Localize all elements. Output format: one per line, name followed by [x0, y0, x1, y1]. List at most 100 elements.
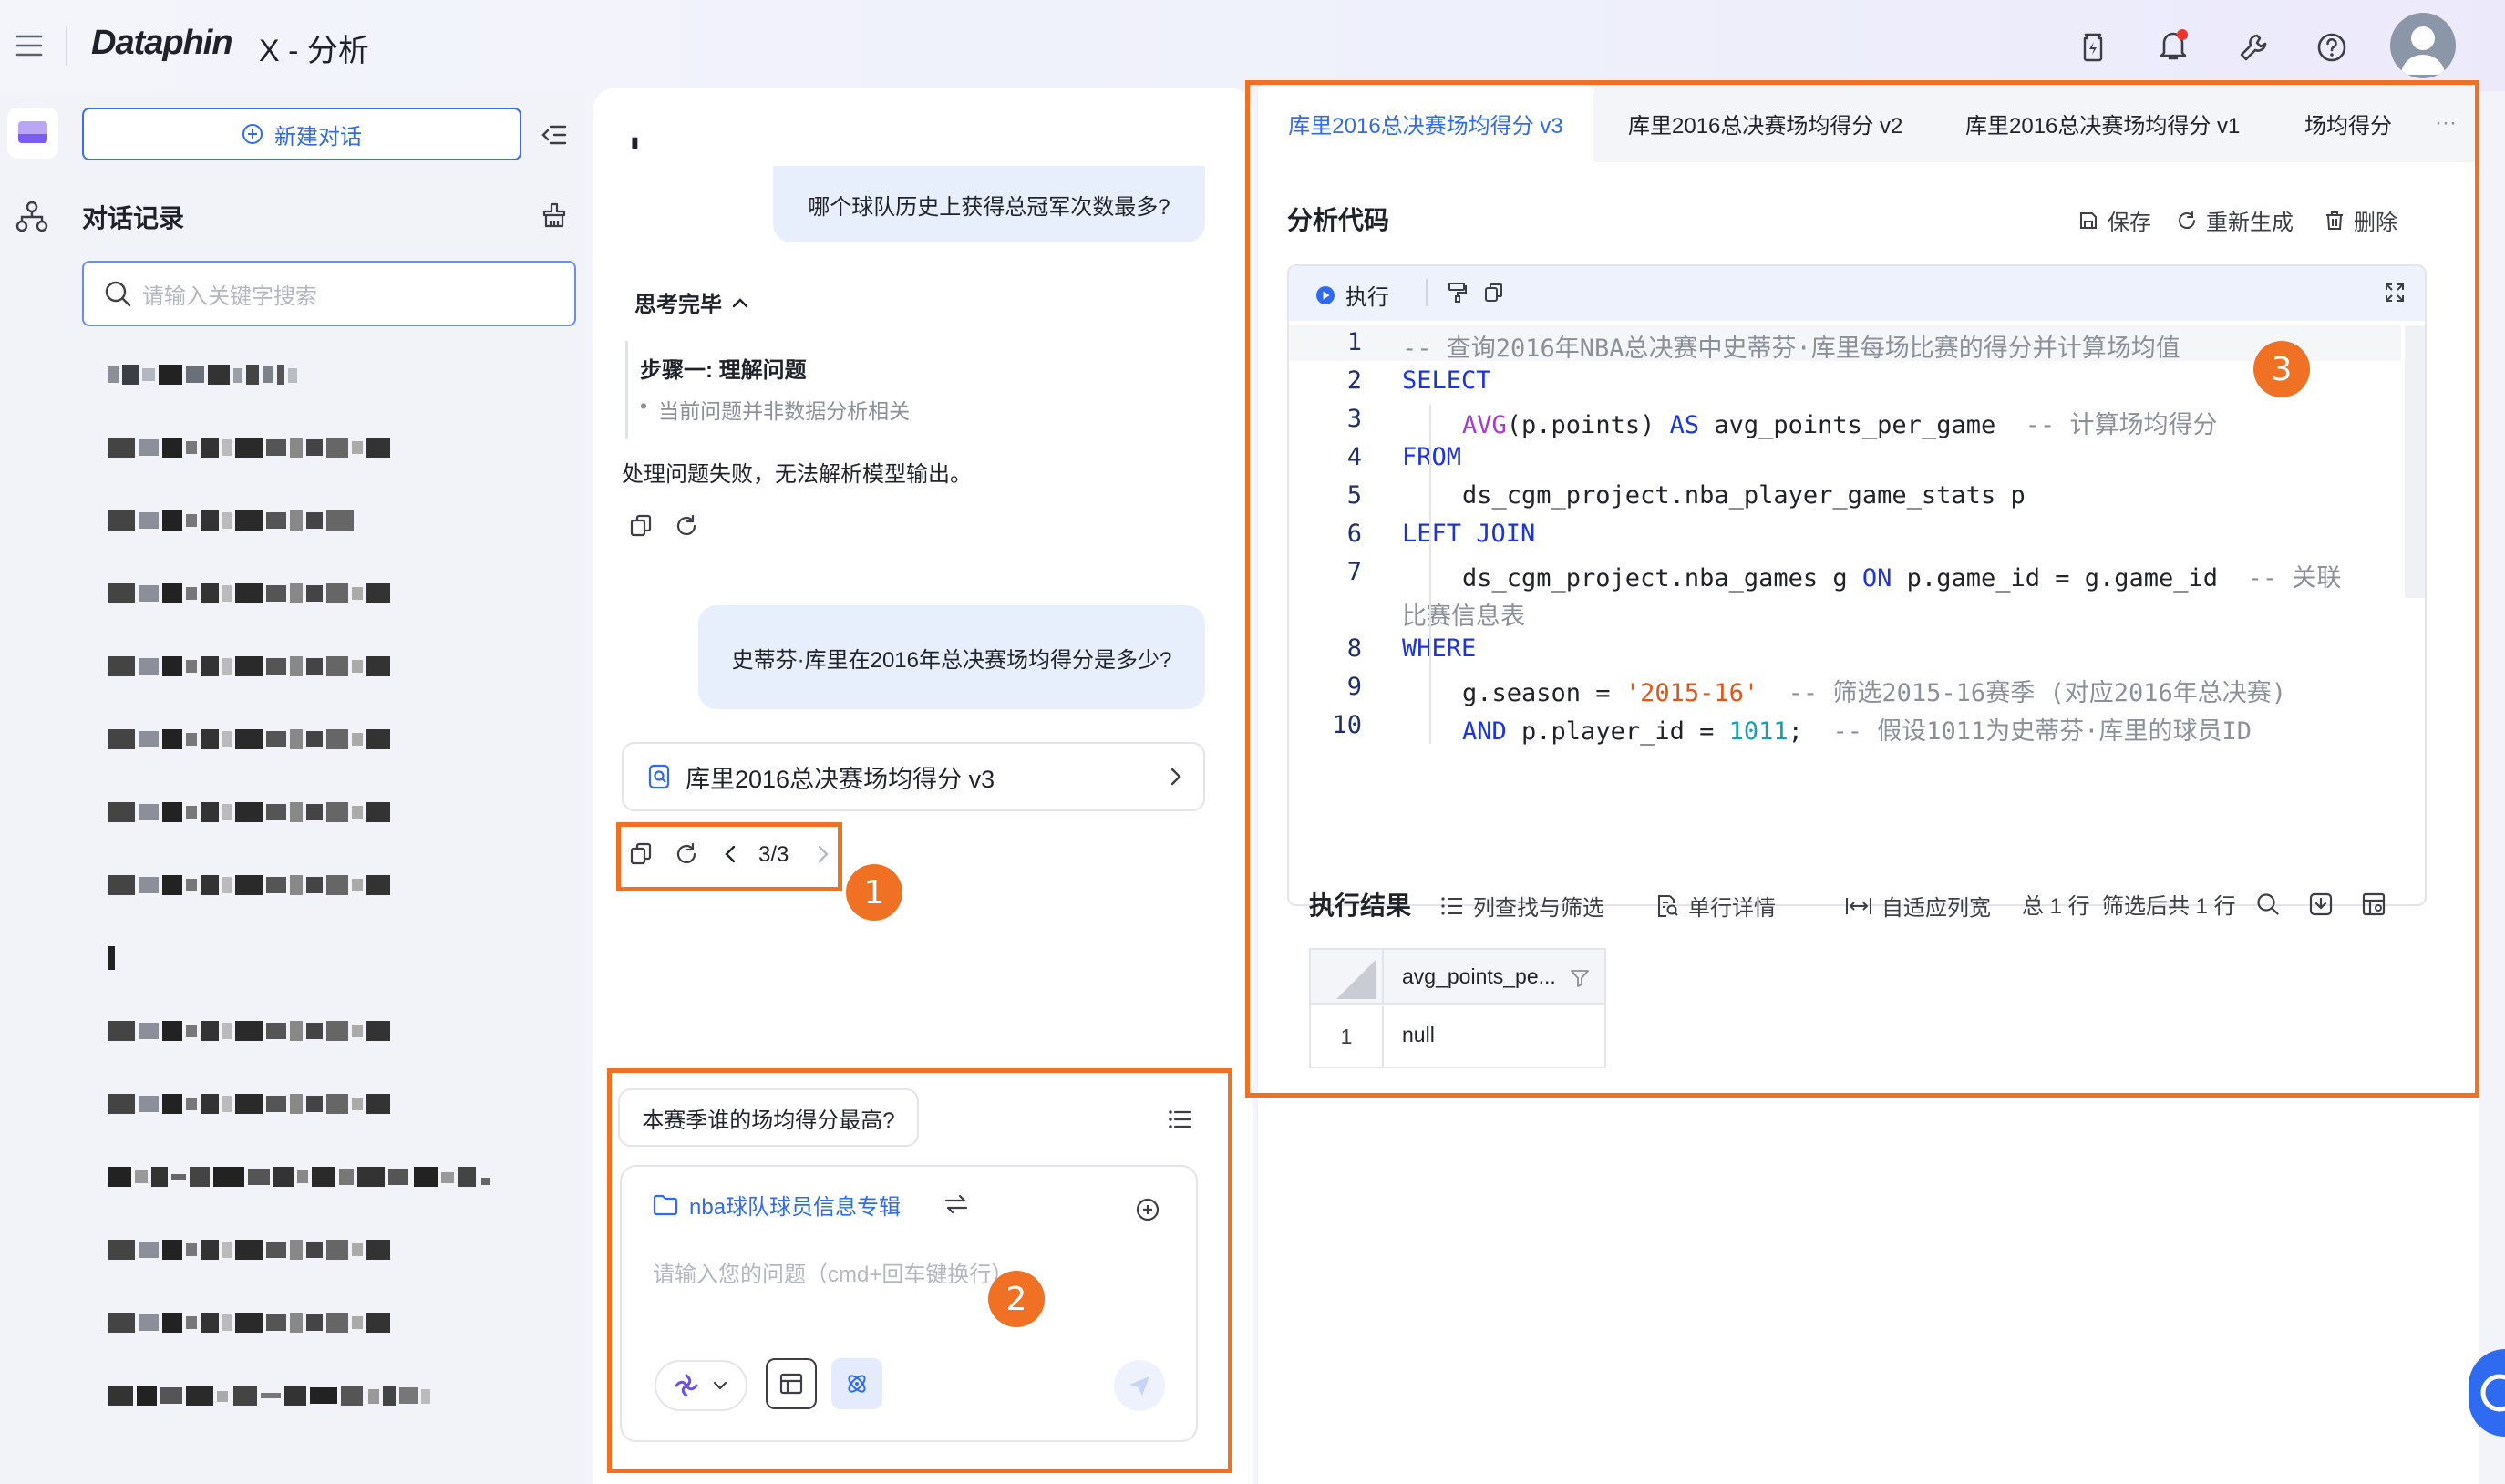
refresh-icon[interactable] [673, 512, 700, 540]
new-chat-button[interactable]: 新建对话 [82, 108, 521, 160]
regenerate-button[interactable]: 重新生成 [2177, 204, 2294, 236]
run-button[interactable]: 执行 [1314, 279, 1389, 311]
code-token: AND [1462, 717, 1507, 746]
indent-guide [1429, 405, 1431, 744]
lightning-icon[interactable] [2073, 27, 2113, 67]
clear-history-icon[interactable] [538, 199, 571, 232]
search-icon[interactable] [2253, 890, 2283, 919]
suggestion-chip[interactable]: 本赛季谁的场均得分最高? [618, 1088, 919, 1147]
history-item[interactable] [108, 505, 408, 536]
history-item[interactable] [108, 1161, 545, 1192]
list-filter-icon [1441, 896, 1462, 915]
history-item[interactable] [108, 1380, 527, 1411]
column-filter-label: 列查找与筛选 [1473, 896, 1604, 921]
app-title: X - 分析 [259, 34, 369, 68]
thinking-toggle[interactable]: 思考完毕 [634, 286, 749, 318]
results-title: 执行结果 [1309, 891, 1412, 920]
switch-icon[interactable] [941, 1189, 972, 1220]
code-token: g.season = [1462, 679, 1625, 707]
column-filter-icon[interactable] [1566, 964, 1593, 992]
analysis-nav-icon[interactable] [7, 108, 58, 159]
collapse-sidebar-icon[interactable] [538, 119, 571, 151]
deep-think-button[interactable] [831, 1358, 882, 1409]
code-token: p.player_id = [1506, 717, 1729, 746]
history-item[interactable] [108, 943, 126, 974]
chevron-right-icon [1170, 768, 1181, 786]
history-item[interactable] [108, 359, 317, 390]
report-icon [648, 764, 670, 789]
fullscreen-icon[interactable] [2381, 279, 2408, 306]
send-button[interactable] [1114, 1360, 1165, 1411]
code-body[interactable]: 1 -- 查询2016年NBA总决赛中史蒂芬·库里每场比赛的得分并计算场均值 2… [1289, 321, 2401, 904]
line-number: 6 [1346, 520, 1362, 548]
line-number: 1 [1346, 328, 1362, 356]
avatar[interactable] [2390, 13, 2456, 78]
left-rail [0, 91, 75, 1484]
section-title: 分析代码 [1287, 206, 1390, 234]
download-icon[interactable] [2306, 890, 2335, 919]
list-icon[interactable] [1163, 1103, 1196, 1136]
code-token: -- 筛选2015-16赛季 (对应2016年总决赛) [1758, 679, 2286, 707]
history-item[interactable] [108, 578, 408, 609]
help-icon[interactable] [2312, 27, 2352, 67]
history-item[interactable] [108, 1234, 408, 1265]
model-selector[interactable] [655, 1360, 747, 1411]
app-logo: Dataphin [91, 24, 233, 62]
result-card[interactable]: 库里2016总决赛场均得分 v3 [622, 742, 1205, 811]
history-item[interactable] [108, 1015, 408, 1046]
code-line: g.season = '2015-16' -- 筛选2015-16赛季 (对应2… [1462, 673, 2286, 708]
atom-icon [848, 1375, 866, 1393]
row-detail-button[interactable]: 单行详情 [1655, 890, 1776, 922]
chat-input[interactable]: 请输入您的问题（cmd+回车键换行） [653, 1256, 1013, 1288]
line-number: 2 [1346, 366, 1362, 395]
format-icon[interactable] [1444, 279, 1471, 306]
menu-icon[interactable] [13, 29, 46, 62]
history-item[interactable] [108, 870, 408, 901]
editor-scrollbar[interactable] [2405, 325, 2425, 598]
history-item[interactable] [108, 1088, 408, 1119]
table-settings-icon[interactable] [2359, 890, 2388, 919]
code-token: ; [1788, 717, 1833, 746]
tab-v2[interactable]: 库里2016总决赛场均得分 v2 [1628, 84, 1902, 162]
history-item[interactable] [108, 432, 408, 463]
code-line: WHERE [1402, 634, 1477, 663]
delete-button[interactable]: 删除 [2325, 204, 2397, 236]
version-pager: 3/3 [758, 842, 789, 867]
send-icon [1129, 1376, 1149, 1396]
save-button[interactable]: 保存 [2078, 204, 2151, 236]
column-header[interactable]: avg_points_pe... [1402, 964, 1556, 989]
tab-v3[interactable]: 库里2016总决赛场均得分 v3 [1258, 84, 1593, 162]
table-corner [1311, 950, 1384, 1005]
history-search-input[interactable]: 请输入关键字搜索 [82, 261, 576, 326]
trash-icon [2326, 211, 2343, 230]
bell-icon[interactable] [2153, 26, 2193, 66]
history-item[interactable] [108, 724, 408, 755]
tab-v1[interactable]: 库里2016总决赛场均得分 v1 [1965, 84, 2240, 162]
wrench-icon[interactable] [2233, 27, 2273, 67]
run-label: 执行 [1345, 285, 1389, 310]
copy-icon[interactable] [627, 512, 655, 540]
code-line: LEFT JOIN [1402, 520, 1536, 548]
floating-assistant-button[interactable] [2469, 1349, 2505, 1437]
lineage-nav-icon[interactable] [9, 193, 55, 239]
dataset-selector[interactable]: nba球队球员信息专辑 [653, 1189, 901, 1221]
assistant-icon [2480, 1374, 2505, 1412]
save-label: 保存 [2108, 211, 2151, 235]
copy-icon[interactable] [627, 840, 655, 868]
chat-panel: ▮ 哪个球队历史上获得总冠军次数最多? 思考完毕 步骤一: 理解问题 • 当前问… [593, 88, 1252, 1484]
table-mode-button[interactable] [766, 1358, 817, 1409]
column-filter-button[interactable]: 列查找与筛选 [1440, 890, 1604, 922]
regenerate-icon[interactable] [673, 840, 700, 868]
tab-avg-score[interactable]: 场均得分 [2304, 84, 2392, 162]
history-item[interactable] [108, 651, 408, 682]
add-icon[interactable] [1132, 1194, 1163, 1225]
more-tabs-button[interactable]: ··· [2423, 84, 2469, 162]
autofit-button[interactable]: 自适应列宽 [1845, 890, 1991, 922]
table-cell[interactable]: null [1402, 1023, 1435, 1047]
code-line: ds_cgm_project.nba_player_game_stats p [1462, 481, 2026, 510]
next-version-icon[interactable] [811, 840, 835, 868]
copy-code-icon[interactable] [1480, 279, 1508, 306]
history-item[interactable] [108, 1307, 408, 1338]
history-item[interactable] [108, 797, 408, 828]
prev-version-icon[interactable] [718, 840, 742, 868]
